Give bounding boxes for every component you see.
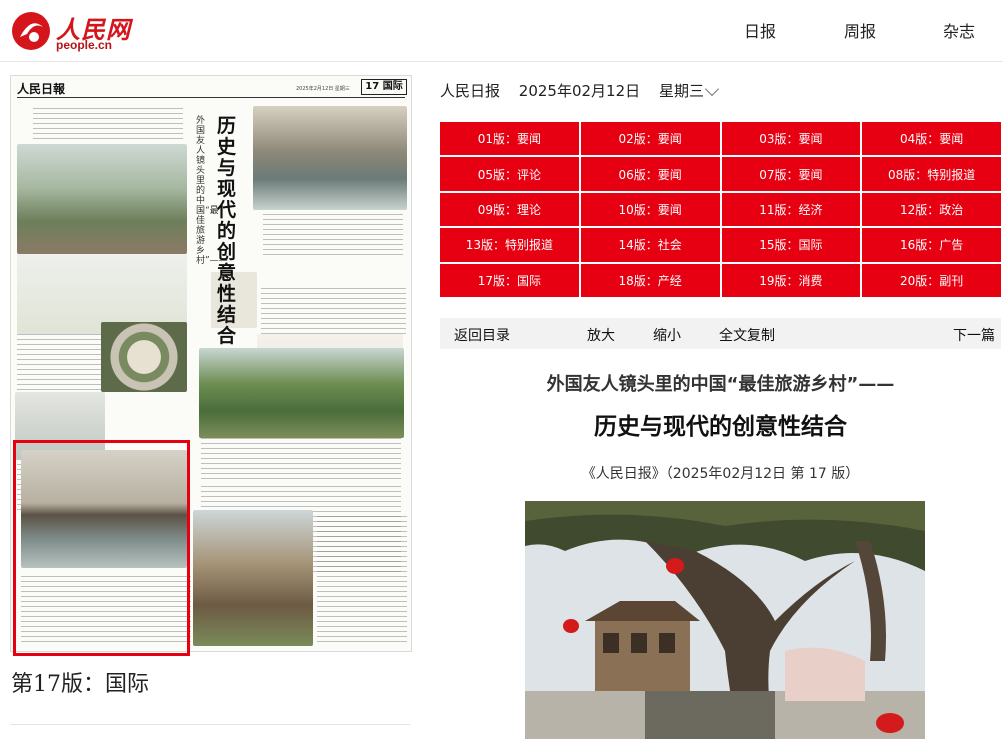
edition-link-17[interactable]: 17版：国际 xyxy=(440,263,579,297)
zoom-in-button[interactable]: 放大 xyxy=(587,325,615,345)
paper-text-block xyxy=(317,516,407,646)
copy-all-button[interactable]: 全文复制 xyxy=(719,325,775,345)
edition-link-10[interactable]: 10版：要闻 xyxy=(580,192,720,227)
paper-photo-riverside xyxy=(253,106,407,210)
paper-photo-terraces xyxy=(199,348,404,438)
edition-link-07[interactable]: 07版：要闻 xyxy=(721,157,861,191)
article-source: 《人民日报》（2025年02月12日 第 17 版） xyxy=(581,466,860,482)
zoom-out-button[interactable]: 缩小 xyxy=(653,325,681,345)
paper-photo-banyan xyxy=(17,144,187,254)
date-selector[interactable]: 人民日报 2025年02月12日 星期三 xyxy=(440,80,718,101)
edition-grid: 01版：要闻 02版：要闻 03版：要闻 04版：要闻 05版：评论 06版：要… xyxy=(440,122,1001,297)
paper-masthead: 人民日報 xyxy=(17,82,66,96)
paper-page-number: 17 国际 xyxy=(361,79,407,95)
paper-text-block xyxy=(263,214,403,258)
edition-link-11[interactable]: 11版：经济 xyxy=(721,192,861,227)
edition-link-18[interactable]: 18版：产经 xyxy=(580,263,720,297)
logo-swirl-icon xyxy=(12,12,50,50)
paper-text-block xyxy=(261,288,406,338)
paper-text-block xyxy=(33,108,183,140)
edition-link-02[interactable]: 02版：要闻 xyxy=(580,122,720,156)
paper-date: 2025年2月12日 星期三 xyxy=(296,86,350,92)
article-title: 历史与现代的创意性结合 xyxy=(594,414,847,440)
nav-magazine[interactable]: 杂志 xyxy=(943,18,975,42)
article-photo xyxy=(525,501,925,739)
paper-rule xyxy=(17,97,405,98)
edition-link-03[interactable]: 03版：要闻 xyxy=(721,122,861,156)
edition-link-20[interactable]: 20版：副刊 xyxy=(862,263,1001,297)
paper-text-block xyxy=(201,438,401,480)
next-article-link[interactable]: 下一篇 xyxy=(953,325,995,345)
logo-url: people.cn xyxy=(56,38,113,52)
people-logo[interactable]: 人民网 people.cn xyxy=(10,8,140,54)
issue-date: 2025年02月12日 xyxy=(518,82,641,100)
paper-photo-bamboo xyxy=(193,510,313,646)
nav-weekly[interactable]: 周报 xyxy=(844,18,876,42)
site-header: 人民网 people.cn 日报 周报 杂志 xyxy=(0,0,1003,62)
divider xyxy=(10,724,410,725)
article-toolbar: 返回目录 放大 缩小 全文复制 下一篇 xyxy=(440,318,1001,349)
nav-daily[interactable]: 日报 xyxy=(744,18,776,42)
edition-link-15[interactable]: 15版：国际 xyxy=(721,228,861,262)
edition-link-06[interactable]: 06版：要闻 xyxy=(580,157,720,191)
back-to-index-link[interactable]: 返回目录 xyxy=(454,325,510,345)
paper-name: 人民日报 xyxy=(440,82,501,100)
edition-link-14[interactable]: 14版：社会 xyxy=(580,228,720,262)
edition-link-19[interactable]: 19版：消费 xyxy=(721,263,861,297)
issue-weekday: 星期三 xyxy=(658,82,704,100)
edition-link-04[interactable]: 04版：要闻 xyxy=(862,122,1001,156)
edition-link-09[interactable]: 09版：理论 xyxy=(440,192,579,227)
edition-link-13[interactable]: 13版：特别报道 xyxy=(440,228,579,262)
banyan-village-image xyxy=(525,501,925,739)
paper-photo-dishes xyxy=(101,322,187,392)
article-subtitle: 外国友人镜头里的中国“最佳旅游乡村”—— xyxy=(546,374,895,395)
edition-link-01[interactable]: 01版：要闻 xyxy=(440,122,579,156)
paper-vertical-subtitle: 外国友人镜头里的中国“最佳旅游乡村”—— xyxy=(196,116,228,266)
edition-link-08[interactable]: 08版：特别报道 xyxy=(862,157,1001,191)
edition-link-16[interactable]: 16版：广告 xyxy=(862,228,1001,262)
selected-article-highlight[interactable] xyxy=(13,440,190,656)
paper-vertical-title: 历史与现代的创意性结合 xyxy=(217,115,237,347)
page-label: 第17版：国际 xyxy=(11,672,149,697)
edition-link-12[interactable]: 12版：政治 xyxy=(862,192,1001,227)
edition-link-05[interactable]: 05版：评论 xyxy=(440,157,579,191)
